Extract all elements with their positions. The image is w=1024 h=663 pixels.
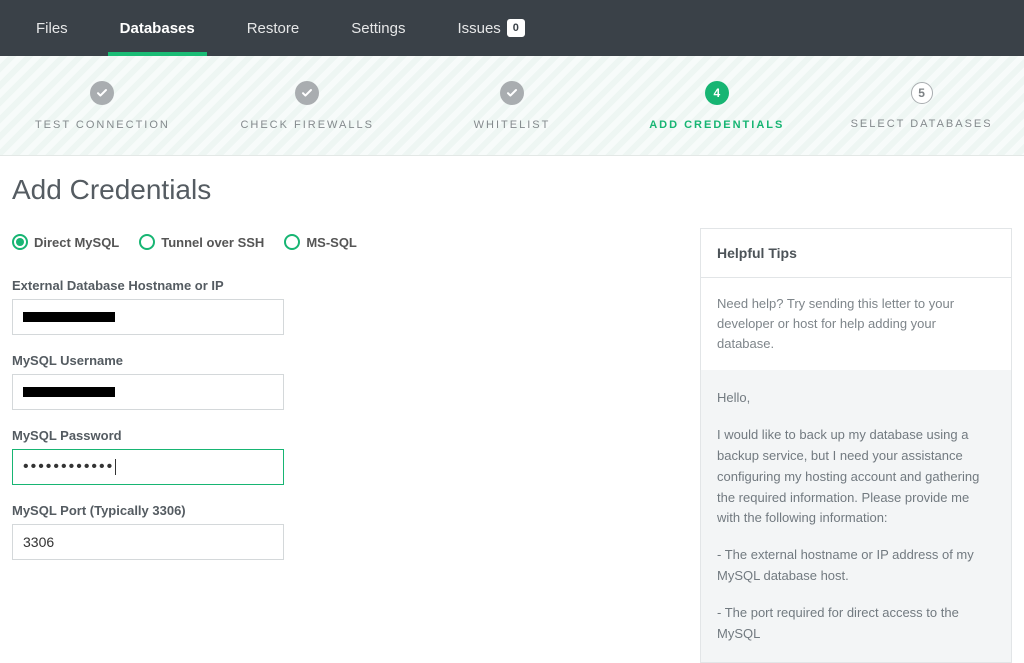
main-content: Add Credentials Direct MySQL Tunnel over…: [0, 156, 1024, 663]
nav-files[interactable]: Files: [10, 0, 94, 56]
field-username: MySQL Username: [12, 353, 682, 410]
check-icon: [90, 81, 114, 105]
step-check-firewalls[interactable]: CHECK FIREWALLS: [205, 56, 410, 155]
radio-label: Direct MySQL: [34, 235, 119, 250]
nav-label: Databases: [120, 20, 195, 37]
nav-label: Restore: [247, 20, 300, 37]
letter-bullet: - The port required for direct access to…: [717, 603, 995, 645]
redacted-value: [23, 312, 115, 322]
wizard-stepper: TEST CONNECTION CHECK FIREWALLS WHITELIS…: [0, 56, 1024, 156]
radio-mssql[interactable]: MS-SQL: [284, 234, 357, 250]
password-input[interactable]: ••••••••••••: [12, 449, 284, 485]
nav-label: Files: [36, 20, 68, 37]
radio-dot-icon: [12, 234, 28, 250]
step-number-badge: 4: [705, 81, 729, 105]
check-icon: [500, 81, 524, 105]
radio-dot-icon: [284, 234, 300, 250]
tips-letter: Hello, I would like to back up my databa…: [701, 370, 1011, 662]
step-label: SELECT DATABASES: [851, 118, 993, 130]
connection-type-radios: Direct MySQL Tunnel over SSH MS-SQL: [12, 234, 682, 250]
tips-intro: Need help? Try sending this letter to yo…: [701, 278, 1011, 370]
field-password: MySQL Password ••••••••••••: [12, 428, 682, 485]
step-label: WHITELIST: [474, 119, 551, 131]
tips-header: Helpful Tips: [701, 229, 1011, 278]
hostname-input[interactable]: [12, 299, 284, 335]
letter-body: I would like to back up my database usin…: [717, 425, 995, 529]
step-select-databases[interactable]: 5 SELECT DATABASES: [819, 56, 1024, 155]
port-input[interactable]: [12, 524, 284, 560]
nav-label: Settings: [351, 20, 405, 37]
username-input[interactable]: [12, 374, 284, 410]
step-number-badge: 5: [911, 82, 933, 104]
field-hostname: External Database Hostname or IP: [12, 278, 682, 335]
page-title: Add Credentials: [12, 174, 682, 206]
top-nav: Files Databases Restore Settings Issues …: [0, 0, 1024, 56]
nav-settings[interactable]: Settings: [325, 0, 431, 56]
radio-tunnel-ssh[interactable]: Tunnel over SSH: [139, 234, 264, 250]
nav-databases[interactable]: Databases: [94, 0, 221, 56]
radio-direct-mysql[interactable]: Direct MySQL: [12, 234, 119, 250]
issues-count-badge: 0: [507, 19, 525, 37]
step-add-credentials[interactable]: 4 ADD CREDENTIALS: [614, 56, 819, 155]
radio-dot-icon: [139, 234, 155, 250]
radio-label: Tunnel over SSH: [161, 235, 264, 250]
step-whitelist[interactable]: WHITELIST: [410, 56, 615, 155]
field-label: MySQL Password: [12, 428, 682, 443]
field-label: MySQL Username: [12, 353, 682, 368]
radio-label: MS-SQL: [306, 235, 357, 250]
check-icon: [295, 81, 319, 105]
step-label: CHECK FIREWALLS: [240, 119, 374, 131]
field-port: MySQL Port (Typically 3306): [12, 503, 682, 560]
step-label: ADD CREDENTIALS: [649, 119, 784, 131]
field-label: MySQL Port (Typically 3306): [12, 503, 682, 518]
redacted-value: [23, 387, 115, 397]
form-column: Add Credentials Direct MySQL Tunnel over…: [12, 174, 682, 663]
field-label: External Database Hostname or IP: [12, 278, 682, 293]
nav-issues[interactable]: Issues 0: [431, 0, 550, 56]
letter-greeting: Hello,: [717, 388, 995, 409]
step-test-connection[interactable]: TEST CONNECTION: [0, 56, 205, 155]
nav-restore[interactable]: Restore: [221, 0, 326, 56]
step-label: TEST CONNECTION: [35, 119, 170, 131]
password-masked-value: ••••••••••••: [23, 458, 114, 476]
letter-bullet: - The external hostname or IP address of…: [717, 545, 995, 587]
nav-label: Issues: [457, 20, 500, 37]
helpful-tips-panel: Helpful Tips Need help? Try sending this…: [700, 228, 1012, 663]
text-caret-icon: [115, 459, 116, 475]
